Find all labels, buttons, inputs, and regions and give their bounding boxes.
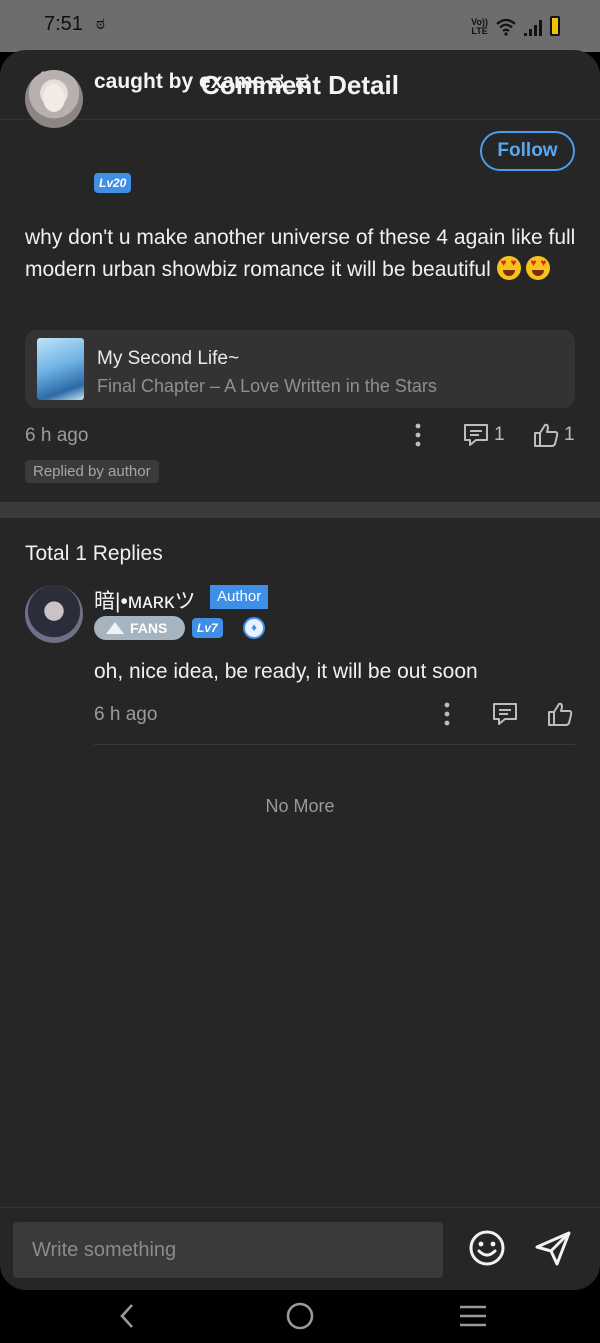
more-vertical-icon — [444, 702, 450, 726]
status-time: 7:51 — [44, 13, 83, 35]
emoji-button[interactable] — [467, 1228, 507, 1268]
reply-text: oh, nice idea, be ready, it will be out … — [94, 660, 478, 683]
heart-eyes-emoji-icon — [496, 256, 521, 280]
reply-separator — [94, 744, 575, 745]
nav-recents-button[interactable] — [453, 1296, 493, 1336]
no-more-text: No More — [265, 796, 335, 816]
replies-heading: Total 1 Replies — [25, 542, 163, 565]
write-comment-input[interactable] — [13, 1222, 443, 1278]
status-bar: 7:51 ಠ Vo)) LTE — [0, 0, 600, 52]
signal-icon — [524, 20, 542, 36]
replied-by-author-badge: Replied by author — [25, 460, 159, 483]
medal-icon: ♦ — [243, 617, 265, 639]
author-badge: Author — [210, 585, 269, 609]
reply-comment-button[interactable] — [491, 701, 519, 727]
reply-more-options-button[interactable] — [437, 701, 457, 727]
commenter-username[interactable]: caught by exams ಥ_ಥ — [94, 70, 309, 94]
commenter-avatar[interactable] — [25, 70, 83, 128]
comment-text: why don't u make another universe of the… — [25, 222, 580, 286]
volte-icon: Vo)) LTE — [471, 17, 488, 36]
book-chapter: Final Chapter – A Love Written in the St… — [97, 376, 437, 396]
more-vertical-icon — [415, 423, 421, 447]
comment-time: 6 h ago — [25, 425, 89, 446]
system-nav-bar — [0, 1290, 600, 1343]
send-button[interactable] — [533, 1228, 573, 1268]
book-card[interactable]: My Second Life~ Final Chapter – A Love W… — [25, 330, 575, 408]
book-title: My Second Life~ — [97, 348, 240, 369]
comment-icon — [493, 703, 517, 725]
comment-body: why don't u make another universe of the… — [25, 226, 576, 281]
comment-icon — [464, 424, 488, 446]
reply-level-badge: Lv7 — [192, 618, 223, 638]
like-button[interactable]: 1 — [532, 422, 575, 448]
notification-icon: ಠ — [96, 14, 105, 33]
send-icon — [535, 1231, 571, 1266]
comment-detail-sheet: Comment Detail caught by exams ಥ_ಥ Lv20 … — [0, 50, 600, 1290]
reply-author-username[interactable]: 暗|•ᴍᴀʀᴋツ — [94, 585, 196, 615]
reply-button[interactable]: 1 — [462, 422, 505, 448]
composer-divider — [0, 1207, 600, 1208]
thumbs-up-icon — [548, 702, 573, 726]
reply-like-button[interactable] — [546, 701, 574, 727]
status-icons: Vo)) LTE — [471, 14, 560, 36]
fans-badge: FANS — [94, 616, 185, 640]
level-badge: Lv20 — [94, 173, 132, 193]
follow-button[interactable]: Follow — [480, 131, 575, 171]
nav-home-icon — [286, 1302, 314, 1330]
reply-count: 1 — [494, 424, 505, 445]
more-options-button[interactable] — [408, 422, 428, 448]
reply-author-avatar[interactable] — [25, 585, 83, 643]
smiley-icon — [469, 1230, 505, 1266]
heart-eyes-emoji-icon — [526, 256, 551, 280]
reply-time: 6 h ago — [94, 704, 158, 725]
menu-icon — [460, 1305, 486, 1327]
thumbs-up-icon — [534, 423, 559, 447]
nav-home-button[interactable] — [280, 1296, 320, 1336]
book-cover — [37, 338, 84, 400]
like-count: 1 — [564, 424, 575, 445]
wifi-icon — [496, 18, 516, 36]
nav-back-icon — [120, 1304, 133, 1328]
battery-icon — [550, 16, 560, 36]
nav-back-button[interactable] — [107, 1296, 147, 1336]
section-divider — [0, 502, 600, 518]
